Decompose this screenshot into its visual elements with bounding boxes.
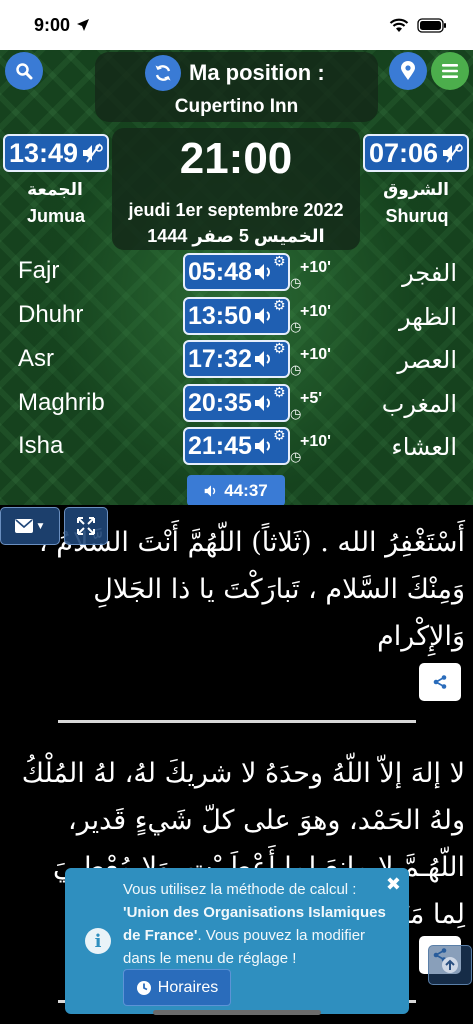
speaker-icon <box>254 308 270 324</box>
prayer-name-ar: العشاء <box>391 434 457 461</box>
shuruq-time-badge[interactable]: 07:06 <box>363 134 470 172</box>
prayer-time: 20:35 <box>188 388 252 417</box>
speaker-icon <box>254 438 270 454</box>
envelope-icon <box>14 519 33 533</box>
prayer-name: Dhuhr <box>18 301 84 328</box>
status-bar: 9:00 <box>0 0 473 50</box>
clock-icon: ◷ <box>290 275 302 290</box>
position-title: Ma position : <box>189 60 325 85</box>
refresh-icon <box>155 65 171 81</box>
arrow-up-circle-icon <box>442 957 458 973</box>
jumua-time: 13:49 <box>9 137 79 168</box>
search-button[interactable] <box>5 52 43 90</box>
jumua-label-ar: الجمعة <box>27 180 83 199</box>
toast-message: Vous utilisez la méthode de calcul : 'Un… <box>123 878 391 970</box>
refresh-button[interactable] <box>145 55 181 91</box>
clock-icon: ◷ <box>290 362 302 377</box>
info-icon: i <box>85 928 111 954</box>
horaires-label: Horaires <box>157 978 219 996</box>
location-arrow-icon <box>77 19 90 31</box>
shuruq-time: 07:06 <box>369 137 439 168</box>
status-icons <box>389 17 447 33</box>
hijri-date: الخميس 5 صفر 1444 <box>147 226 325 246</box>
mute-icon <box>83 143 103 163</box>
horaires-button[interactable]: Horaires <box>123 969 231 1006</box>
jumua-time-badge[interactable]: 13:49 <box>3 134 110 172</box>
prayer-name-ar: المغرب <box>381 391 457 418</box>
prayer-name: Maghrib <box>18 389 105 416</box>
prayer-time: 13:50 <box>188 301 252 330</box>
gregorian-date: jeudi 1er septembre 2022 <box>128 200 344 220</box>
expand-icon <box>77 517 95 535</box>
scroll-top-button[interactable] <box>428 945 472 985</box>
clock-icon: ◷ <box>290 319 302 334</box>
gear-icon[interactable]: ⚙ <box>273 297 286 314</box>
prayer-offset: +10' <box>300 259 331 276</box>
countdown-button[interactable]: 44:37 <box>187 475 285 506</box>
prayer-offset: +5' <box>300 390 323 407</box>
clock-icon <box>136 980 151 995</box>
divider <box>58 720 416 723</box>
prayer-time: 05:48 <box>188 257 252 286</box>
shuruq-label: Shuruq <box>385 206 449 226</box>
prayer-name: Asr <box>18 345 54 372</box>
menu-button[interactable] <box>431 52 469 90</box>
search-icon <box>16 63 33 80</box>
position-header[interactable]: Ma position : <box>145 55 325 91</box>
gear-icon[interactable]: ⚙ <box>273 384 286 401</box>
prayer-time: 17:32 <box>188 344 252 373</box>
share-icon <box>433 675 447 689</box>
prayer-name-ar: الظهر <box>399 304 457 331</box>
clock-icon: ◷ <box>290 406 302 421</box>
chevron-down-icon: ▼ <box>35 520 46 532</box>
prayer-offset: +10' <box>300 346 331 363</box>
fullscreen-button[interactable] <box>64 507 108 545</box>
close-icon[interactable]: ✖ <box>386 874 401 895</box>
clock-icon: ◷ <box>290 449 302 464</box>
speaker-icon <box>204 484 216 497</box>
shuruq-label-ar: الشروق <box>383 180 449 199</box>
prayer-offset: +10' <box>300 433 331 450</box>
gear-icon[interactable]: ⚙ <box>273 340 286 357</box>
status-time-group: 9:00 <box>34 15 90 36</box>
gear-icon[interactable]: ⚙ <box>273 427 286 444</box>
mute-icon <box>443 143 463 163</box>
toast-line1: Vous utilisez la méthode de calcul : <box>123 881 357 898</box>
calculation-method-toast: i Vous utilisez la méthode de calcul : '… <box>65 868 409 1014</box>
speaker-icon <box>254 395 270 411</box>
jumua-label: Jumua <box>26 206 86 226</box>
status-time: 9:00 <box>34 14 71 35</box>
battery-icon <box>417 17 446 33</box>
home-indicator <box>153 1010 321 1015</box>
current-time: 21:00 <box>179 134 293 183</box>
wifi-icon <box>389 18 409 32</box>
prayer-offset: +10' <box>300 303 331 320</box>
speaker-icon <box>254 351 270 367</box>
prayer-name-ar: العصر <box>397 347 457 374</box>
location-name[interactable]: Cupertino Inn <box>95 96 378 118</box>
map-marker-icon <box>401 61 415 80</box>
prayer-name: Fajr <box>18 257 60 284</box>
prayer-name: Isha <box>18 432 64 459</box>
gear-icon[interactable]: ⚙ <box>273 253 286 270</box>
share-button[interactable] <box>419 663 461 701</box>
countdown-value: 44:37 <box>224 480 268 500</box>
menu-icon <box>442 64 458 78</box>
prayer-time: 21:45 <box>188 431 252 460</box>
location-button[interactable] <box>389 52 427 90</box>
speaker-icon <box>254 264 270 280</box>
mail-dropdown-button[interactable]: ▼ <box>0 507 60 545</box>
prayer-name-ar: الفجر <box>402 260 457 287</box>
